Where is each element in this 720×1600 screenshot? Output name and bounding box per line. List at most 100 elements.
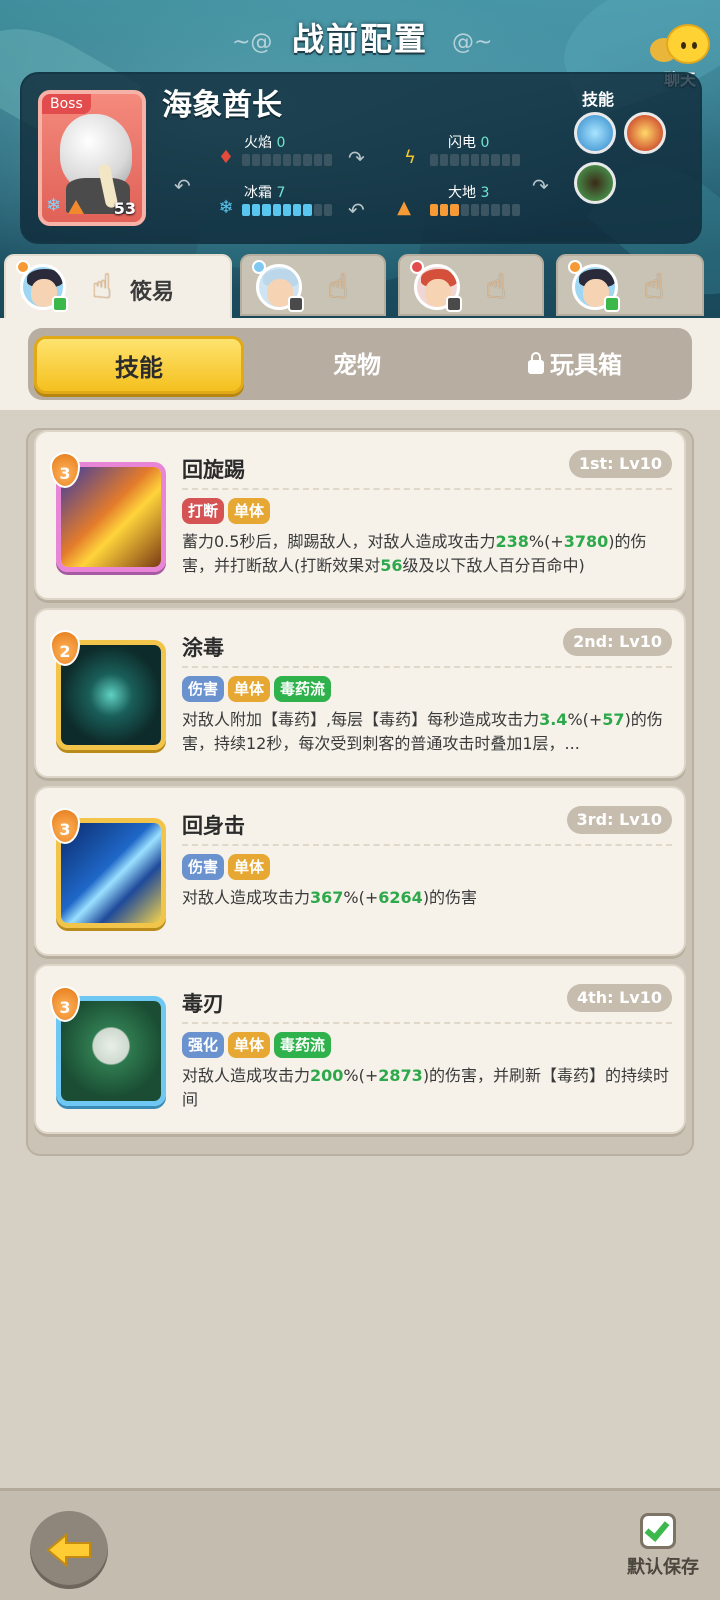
category-tab-bar: 技能 宠物 玩具箱 bbox=[28, 328, 692, 400]
stat-segment bbox=[430, 154, 439, 166]
arrow-icon: ↷ bbox=[532, 174, 549, 198]
tab-toybox[interactable]: 玩具箱 bbox=[470, 336, 680, 394]
stat-fire: 火焰 0 ♦ bbox=[216, 132, 356, 168]
boss-name: 海象酋长 bbox=[162, 88, 282, 123]
skill-tag: 强化 bbox=[182, 1032, 225, 1058]
slot-level-badge: 1st: Lv10 bbox=[568, 450, 672, 478]
stat-segment bbox=[481, 154, 490, 166]
skill-description: 对敌人造成攻击力367%(+6264)的伤害 bbox=[182, 888, 478, 907]
boss-tag: Boss bbox=[42, 94, 91, 114]
lock-icon bbox=[528, 352, 544, 374]
stat-segment bbox=[313, 204, 322, 216]
tab-skills[interactable]: 技能 bbox=[34, 336, 244, 394]
skill-name: 回身击 bbox=[182, 814, 245, 838]
poison-skull-icon bbox=[61, 1001, 161, 1101]
chat-badge-icon bbox=[52, 296, 68, 312]
tap-hand-icon: ☝ bbox=[485, 267, 507, 307]
tap-hand-icon: ☝ bbox=[327, 267, 349, 307]
stat-segment bbox=[460, 204, 469, 216]
hero-tab-3[interactable]: ☝ bbox=[398, 254, 544, 316]
skill-card[interactable]: 3 毒刃 4th: Lv10 强化 单体 毒药流 对敌人造成攻击力200%(+287… bbox=[34, 964, 686, 1134]
skill-name: 毒刃 bbox=[182, 992, 224, 1016]
mountain-icon: ▲ bbox=[397, 197, 411, 218]
stat-segment bbox=[303, 204, 312, 216]
stat-segment bbox=[511, 154, 520, 166]
lightning-bar bbox=[430, 154, 520, 166]
chat-badge-icon bbox=[604, 296, 620, 312]
stat-segment bbox=[501, 204, 510, 216]
stat-segment bbox=[303, 154, 312, 166]
frost-bar bbox=[242, 204, 332, 216]
stat-segment bbox=[481, 204, 490, 216]
lightning-icon: ϟ bbox=[404, 147, 416, 168]
boss-portrait[interactable]: Boss ❄ 53 bbox=[38, 90, 146, 226]
stat-frost: 冰霜 7 ❄ bbox=[216, 182, 356, 218]
skill-tag: 单体 bbox=[228, 676, 271, 702]
stat-segment bbox=[242, 154, 251, 166]
skill-card[interactable]: 3 回身击 3rd: Lv10 伤害 单体 对敌人造成攻击力367%(+6264)… bbox=[34, 786, 686, 956]
boss-skill-ice-icon[interactable] bbox=[574, 112, 616, 154]
snowflake-icon: ❄ bbox=[218, 197, 234, 218]
earth-element-icon bbox=[68, 200, 84, 214]
skill-tag: 打断 bbox=[182, 498, 225, 524]
stat-earth: 大地 3 ▲ bbox=[392, 182, 542, 218]
tab-pets[interactable]: 宠物 bbox=[252, 336, 462, 394]
stat-segment bbox=[252, 204, 261, 216]
chat-badge-icon bbox=[288, 296, 304, 312]
slot-level-badge: 4th: Lv10 bbox=[566, 984, 672, 1012]
fire-element-icon bbox=[410, 260, 424, 274]
stat-segment bbox=[440, 204, 449, 216]
chat-face-icon bbox=[666, 24, 710, 64]
stat-segment bbox=[501, 154, 510, 166]
fire-bar bbox=[242, 154, 332, 166]
stat-segment bbox=[282, 154, 292, 166]
boss-panel: Boss ❄ 53 海象酋长 火焰 0 ♦ 闪电 0 ϟ 冰霜 7 ❄ 大地 3… bbox=[20, 72, 702, 244]
frost-element-icon: ❄ bbox=[46, 195, 62, 216]
kick-icon bbox=[61, 467, 161, 567]
slot-level-badge: 3rd: Lv10 bbox=[566, 806, 672, 834]
skill-tag: 单体 bbox=[228, 498, 271, 524]
stat-segment bbox=[511, 204, 520, 216]
stat-segment bbox=[242, 204, 251, 216]
hero-tab-1[interactable]: ☝ 筱易 bbox=[4, 254, 232, 320]
skill-tags: 打断 单体 bbox=[182, 498, 271, 524]
bottom-bar: 默认保存 bbox=[0, 1488, 720, 1600]
hero-tab-2[interactable]: ☝ bbox=[240, 254, 386, 316]
default-save-label: 默认保存 bbox=[627, 1557, 699, 1578]
boss-skill-earth-icon[interactable] bbox=[574, 162, 616, 204]
skill-description: 蓄力0.5秒后，脚踢敌人，对敌人造成攻击力238%(+3780)的伤害，并打断敌… bbox=[182, 532, 647, 575]
skill-tags: 强化 单体 毒药流 bbox=[182, 1032, 332, 1058]
skill-tag: 单体 bbox=[228, 854, 271, 880]
stat-segment bbox=[470, 204, 480, 216]
skill-list: 3 回旋踢 1st: Lv10 打断 单体 蓄力0.5秒后，脚踢敌人，对敌人造成攻… bbox=[26, 428, 694, 1156]
fire-element-icon bbox=[16, 260, 30, 274]
checkbox-icon bbox=[640, 1513, 676, 1549]
stat-segment bbox=[323, 204, 332, 216]
hero-tab-4[interactable]: ☝ bbox=[556, 254, 704, 316]
skill-tags: 伤害 单体 毒药流 bbox=[182, 676, 332, 702]
category-area: 技能 宠物 玩具箱 bbox=[0, 318, 720, 410]
skill-tag: 伤害 bbox=[182, 854, 225, 880]
default-save-button[interactable]: 默认保存 bbox=[618, 1513, 708, 1593]
slot-level-badge: 2nd: Lv10 bbox=[563, 628, 672, 656]
stat-segment bbox=[262, 154, 271, 166]
stat-segment bbox=[272, 204, 281, 216]
poison-drop-icon bbox=[61, 645, 161, 745]
chat-badge-icon bbox=[446, 296, 462, 312]
skill-card[interactable]: 2 涂毒 2nd: Lv10 伤害 单体 毒药流 对敌人附加【毒药】,每层【毒药】每… bbox=[34, 608, 686, 778]
stat-segment bbox=[460, 154, 469, 166]
skill-tag: 伤害 bbox=[182, 676, 225, 702]
back-button[interactable] bbox=[30, 1511, 108, 1589]
stat-lightning: 闪电 0 ϟ bbox=[402, 132, 542, 168]
skill-description: 对敌人附加【毒药】,每层【毒药】每秒造成攻击力3.4%(+57)的伤害，持续12… bbox=[182, 710, 663, 753]
arrow-icon: ↶ bbox=[348, 198, 365, 222]
skill-tag: 单体 bbox=[228, 1032, 271, 1058]
tap-hand-icon: ☝ bbox=[643, 267, 665, 307]
stat-segment bbox=[262, 204, 271, 216]
skill-tag: 毒药流 bbox=[274, 676, 332, 702]
tap-hand-icon: ☝ bbox=[91, 267, 113, 307]
back-arrow-icon bbox=[46, 1533, 91, 1567]
stat-segment bbox=[491, 154, 500, 166]
boss-skill-fire-icon[interactable] bbox=[624, 112, 666, 154]
skill-card[interactable]: 3 回旋踢 1st: Lv10 打断 单体 蓄力0.5秒后，脚踢敌人，对敌人造成攻… bbox=[34, 430, 686, 600]
